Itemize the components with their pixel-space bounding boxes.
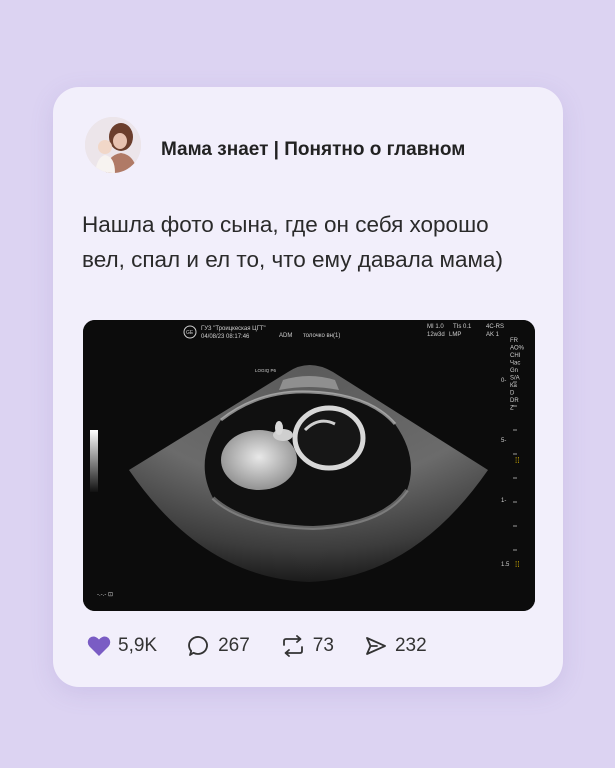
us-panel-label: Gn — [510, 368, 518, 374]
heart-icon — [87, 636, 111, 656]
share-button[interactable]: 232 — [364, 634, 427, 658]
us-ga: 12w3d — [427, 332, 445, 338]
grayscale-bar — [90, 430, 98, 492]
repost-button[interactable]: 73 — [280, 634, 334, 658]
us-depth-label: 5- — [501, 438, 506, 444]
ultrasound-photo: ⁞⁞ ⁞⁞ GE ГУЗ "Троицкеская ЦГТ" 04/08/23 … — [83, 320, 535, 611]
comment-icon — [188, 636, 208, 656]
channel-name[interactable]: Мама знает | Понятно о главном — [161, 139, 465, 161]
us-depth-label: 1.5 — [501, 562, 510, 568]
us-mi: MI 1.0 — [427, 324, 444, 330]
channel-avatar[interactable] — [85, 117, 141, 173]
repost-icon — [282, 635, 303, 657]
us-depth-label: 0- — [501, 378, 506, 384]
comment-count: 267 — [218, 635, 250, 656]
us-panel-label: CHI — [510, 353, 521, 359]
us-panel-label: FR — [510, 338, 519, 344]
us-note: толочко вн(1) — [303, 333, 340, 339]
repost-count: 73 — [312, 635, 334, 656]
us-panel-label: Час — [510, 361, 520, 367]
us-datetime: 04/08/23 08:17:46 — [201, 334, 250, 340]
us-panel-label: S/A — [510, 376, 520, 382]
post-card: Мама знает | Понятно о главном Нашла фот… — [53, 87, 563, 687]
post-text: Нашла фото сына, где он себя хорошо вел,… — [82, 212, 503, 272]
us-probe: 4C-RS — [486, 324, 504, 330]
svg-text:⁞⁞: ⁞⁞ — [515, 456, 519, 465]
us-panel-label: D — [510, 391, 515, 397]
us-operator: ADM — [279, 333, 292, 339]
svg-text:GE: GE — [186, 330, 194, 336]
svg-text:⁞⁞: ⁞⁞ — [515, 560, 519, 569]
send-icon — [366, 637, 386, 655]
like-count: 5,9K — [118, 635, 158, 656]
us-ak: AK 1 — [486, 332, 500, 338]
comment-button[interactable]: 267 — [187, 634, 250, 658]
like-button[interactable]: 5,9K — [87, 635, 157, 657]
us-depth-label: 1- — [501, 498, 506, 504]
fetus-head — [292, 405, 366, 471]
us-panel-label: Ка — [510, 383, 517, 389]
us-panel-label: Z — [510, 406, 514, 412]
post-actions: 5,9K 267 73 232 — [87, 631, 457, 661]
us-tis: TIs 0.1 — [453, 324, 472, 330]
us-bottom-left: -.-.- ⊡ — [97, 592, 113, 598]
us-panel-label: AO% — [510, 346, 525, 352]
us-clinic: ГУЗ "Троицкеская ЦГТ" — [201, 326, 266, 332]
us-lmp: LMP — [449, 332, 461, 338]
us-logo-label: LOGIQ P6 — [255, 368, 277, 373]
us-panel-label: DR — [510, 398, 519, 404]
share-count: 232 — [394, 635, 427, 656]
